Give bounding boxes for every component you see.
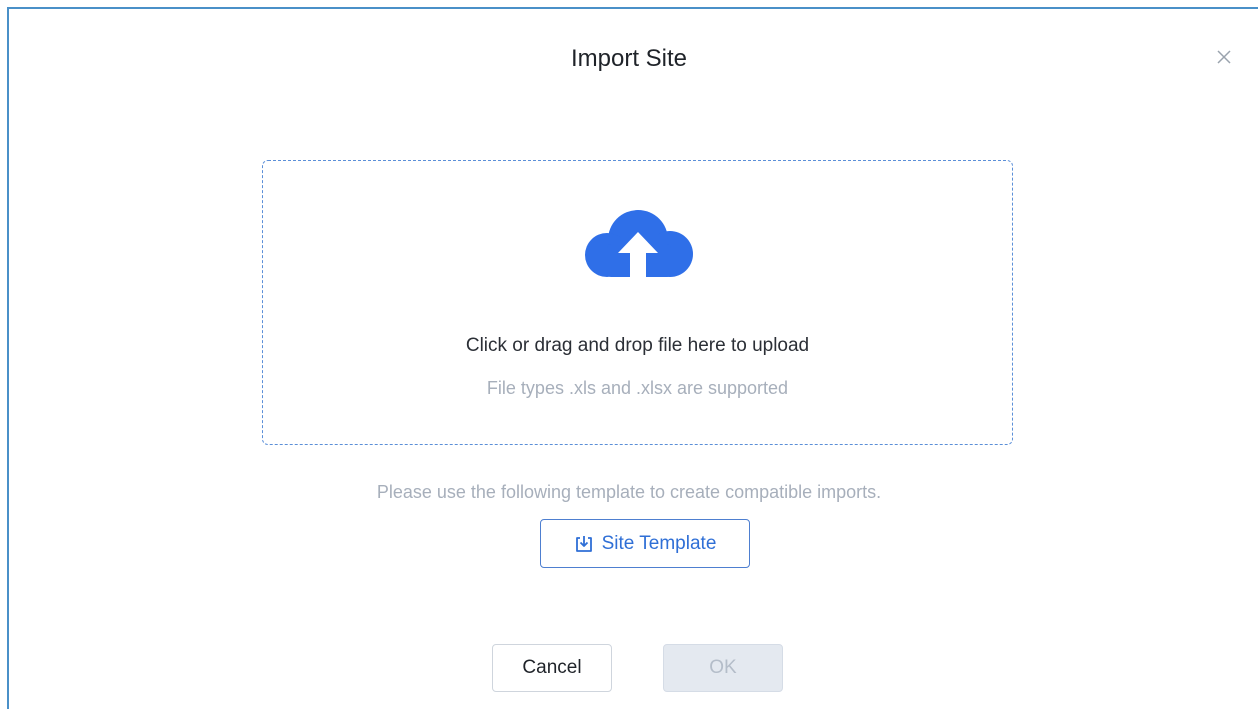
- import-site-dialog: Import Site Click or drag and drop file …: [7, 7, 1258, 709]
- ok-button[interactable]: OK: [663, 644, 783, 692]
- upload-dropzone[interactable]: Click or drag and drop file here to uplo…: [262, 160, 1013, 445]
- download-icon: [574, 534, 594, 554]
- site-template-label: Site Template: [601, 532, 717, 554]
- dialog-title: Import Site: [570, 45, 688, 72]
- dropzone-subtitle: File types .xls and .xlsx are supported: [486, 378, 789, 398]
- site-template-button[interactable]: Site Template: [540, 519, 750, 568]
- dropzone-title: Click or drag and drop file here to uplo…: [465, 335, 810, 356]
- close-icon[interactable]: [1214, 47, 1234, 67]
- cloud-upload-icon: [580, 204, 696, 284]
- template-hint: Please use the following template to cre…: [376, 482, 882, 502]
- cancel-button[interactable]: Cancel: [492, 644, 612, 692]
